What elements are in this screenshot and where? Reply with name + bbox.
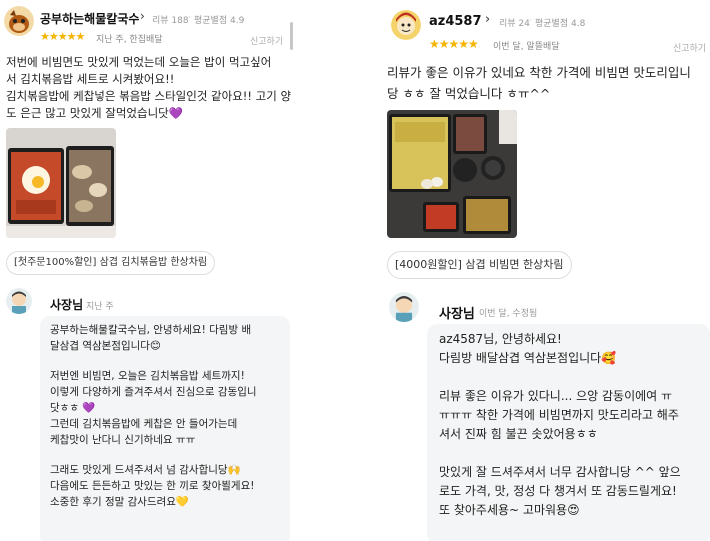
user-name[interactable]: 공부하는해물칼국수 bbox=[40, 10, 139, 27]
review-line: 리뷰가 좋은 이유가 있네요 착한 가격에 비빔면 맛도리입니 bbox=[387, 65, 691, 80]
chevron-right-icon[interactable]: › bbox=[485, 12, 490, 27]
review-photo[interactable] bbox=[6, 128, 116, 238]
review-line: 도 은근 많고 맛있게 잘먹었습니닷💜 bbox=[6, 106, 184, 120]
scrollbar[interactable] bbox=[290, 22, 293, 50]
user-avatar[interactable] bbox=[4, 6, 34, 36]
reply-line: 또 찾아주세용~ 고마워용😍 bbox=[439, 503, 580, 517]
review-count: 리뷰 24 bbox=[499, 19, 530, 29]
reply-line: 그래도 맛있게 드셔주셔서 넘 감사합니당🙌 bbox=[50, 464, 241, 476]
review-card-left: 공부하는해물칼국수 › 리뷰 188 · 평균별점 4.9 ★★★★★ 지난 주… bbox=[0, 0, 292, 541]
chevron-right-icon[interactable]: › bbox=[140, 9, 145, 23]
owner-reply-date: 지난 주 bbox=[86, 302, 114, 312]
review-photo[interactable] bbox=[387, 110, 517, 238]
reply-line: 닷ㅎㅎ 💜 bbox=[50, 402, 96, 414]
report-button[interactable]: 신고하기 bbox=[250, 34, 283, 47]
reply-line: 다음에도 든든하고 맛있는 한 끼로 찾아뵐게요! bbox=[50, 480, 255, 492]
order-menu-chip[interactable]: [4000원할인] 삼겹 비빔면 한상차림 bbox=[387, 251, 572, 279]
owner-avatar bbox=[6, 288, 32, 314]
owner-reply-date: 이번 달, 수정됨 bbox=[479, 309, 538, 319]
reply-line: 소중한 후기 정말 감사드려요💛 bbox=[50, 496, 190, 508]
review-date: 지난 주, 한집배달 bbox=[96, 35, 163, 45]
review-line: 서 김치볶음밥 세트로 시켜봤어요!! bbox=[6, 72, 175, 86]
review-line: 김치볶음밥에 케찹넣은 볶음밥 스타일인것 같아요!! 고기 양 bbox=[6, 89, 292, 103]
owner-reply-text: 공부하는해물칼국수님, 안녕하세요! 다림방 배 달삼겹 역삼본점입니다😊 저번… bbox=[50, 322, 257, 510]
reply-line: 리뷰 좋은 이유가 있다니... 으앙 감동이에여 ㅠ bbox=[439, 389, 673, 403]
review-line: 당 ㅎㅎ 잘 먹었습니다 ㅎㅠ^^ bbox=[387, 86, 551, 101]
reply-line: 그런데 김치볶음밥에 케찹은 안 들어가는데 bbox=[50, 418, 238, 430]
meta-separator: · bbox=[188, 13, 191, 23]
reply-line: az4587님, 안녕하세요! bbox=[439, 332, 562, 346]
reply-line: 달삼겹 역삼본점입니다😊 bbox=[50, 340, 161, 352]
reply-line: ㅠㅠㅠ 착한 가격에 비빔면까지 맛도리라고 해주 bbox=[439, 408, 679, 422]
reply-line bbox=[50, 354, 257, 368]
review-text: 저번에 비빔면도 맛있게 먹었는데 오늘은 밥이 먹고싶어 서 김치볶음밥 세트… bbox=[6, 54, 291, 122]
reply-line: 다림방 배달삼겹 역삼본점입니다🥰 bbox=[439, 351, 617, 365]
rating-stars: ★★★★★ bbox=[40, 30, 85, 43]
reply-line: 맛있게 잘 드셔주셔서 너무 감사합니당 ^^ 앞으 bbox=[439, 465, 681, 479]
avg-rating: 평균별점 4.8 bbox=[535, 19, 586, 29]
reply-line: 이렇게 다양하게 즐겨주셔서 진심으로 감동입니 bbox=[50, 386, 257, 398]
reply-line: 케찹맛이 난다니 신기하네요 ㅠㅠ bbox=[50, 434, 196, 446]
review-date: 이번 달, 알뜰배달 bbox=[493, 42, 560, 52]
owner-name: 사장님 bbox=[50, 298, 84, 312]
review-card-right: az4587 › 리뷰 24 · 평균별점 4.8 ★★★★★ 이번 달, 알뜰… bbox=[383, 0, 710, 541]
review-text: 리뷰가 좋은 이유가 있네요 착한 가격에 비빔면 맛도리입니 당 ㅎㅎ 잘 먹… bbox=[387, 62, 691, 104]
user-avatar[interactable] bbox=[391, 10, 421, 40]
review-header: 공부하는해물칼국수 › 리뷰 188 · 평균별점 4.9 ★★★★★ 지난 주… bbox=[4, 4, 292, 48]
review-header: az4587 › 리뷰 24 · 평균별점 4.8 ★★★★★ 이번 달, 알뜰… bbox=[387, 4, 710, 54]
report-button[interactable]: 신고하기 bbox=[673, 41, 706, 54]
owner-avatar bbox=[389, 292, 419, 322]
user-name[interactable]: az4587 bbox=[429, 14, 482, 29]
reply-line: 셔서 진짜 힘 불끈 솟았어용ㅎㅎ bbox=[439, 427, 598, 441]
meta-separator: · bbox=[529, 16, 532, 26]
rating-stars: ★★★★★ bbox=[429, 37, 479, 51]
reply-line bbox=[439, 444, 681, 463]
review-line: 저번에 비빔면도 맛있게 먹었는데 오늘은 밥이 먹고싶어 bbox=[6, 55, 272, 69]
owner-name: 사장님 bbox=[439, 307, 475, 322]
owner-reply-text: az4587님, 안녕하세요! 다림방 배달삼겹 역삼본점입니다🥰 리뷰 좋은 … bbox=[439, 330, 681, 520]
reply-line bbox=[439, 368, 681, 387]
reply-line: 공부하는해물칼국수님, 안녕하세요! 다림방 배 bbox=[50, 324, 252, 336]
reply-line: 로도 가격, 맛, 정성 다 챙겨서 또 감동드릴게요! bbox=[439, 484, 677, 498]
review-count: 리뷰 188 bbox=[152, 16, 189, 26]
avg-rating: 평균별점 4.9 bbox=[194, 16, 245, 26]
reply-line: 저번엔 비빔면, 오늘은 김치볶음밥 세트까지! bbox=[50, 370, 245, 382]
column-gap bbox=[292, 0, 383, 541]
reply-line bbox=[50, 448, 257, 462]
order-menu-chip[interactable]: [첫주문100%할인] 삼겹 김치볶음밥 한상차림 bbox=[6, 251, 216, 275]
